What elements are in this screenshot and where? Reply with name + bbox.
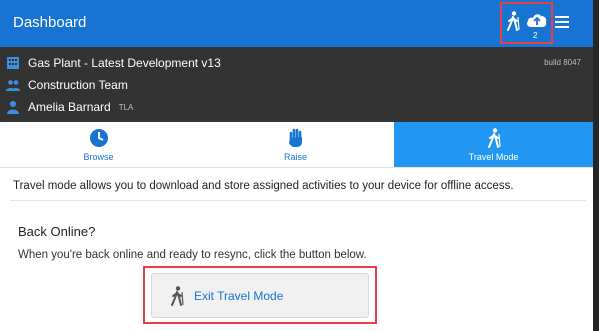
team-icon: [6, 80, 20, 91]
exit-travel-mode-button[interactable]: Exit Travel Mode: [151, 273, 369, 318]
sync-count-badge: 2: [533, 31, 538, 40]
page-title: Dashboard: [13, 14, 87, 31]
window-edge: [593, 0, 599, 331]
user-initials: TLA: [118, 102, 134, 112]
hand-icon: [288, 128, 302, 147]
info-bar: Gas Plant - Latest Development v13 build…: [0, 47, 593, 122]
tab-travel-mode[interactable]: Travel Mode: [394, 122, 593, 167]
exit-travel-mode-label: Exit Travel Mode: [194, 289, 284, 303]
tab-travel-mode-label: Travel Mode: [468, 152, 519, 162]
top-bar: Dashboard 2: [0, 0, 593, 47]
tab-bar: Browse Raise Travel Mode: [0, 122, 593, 168]
tab-browse[interactable]: Browse: [0, 122, 197, 167]
cloud-upload-icon[interactable]: [526, 11, 548, 29]
project-name: Gas Plant - Latest Development v13: [28, 56, 221, 70]
hiker-icon: [171, 286, 184, 306]
hiker-icon: [487, 128, 501, 148]
user-icon: [7, 101, 19, 114]
user-name: Amelia Barnard: [28, 100, 111, 114]
back-online-text: When you're back online and ready to res…: [18, 249, 367, 261]
tab-browse-label: Browse: [83, 152, 114, 162]
tab-raise-label: Raise: [283, 152, 307, 162]
tab-raise[interactable]: Raise: [197, 122, 394, 167]
team-row: Construction Team: [6, 75, 128, 95]
hiker-icon[interactable]: [506, 11, 520, 31]
user-row: Amelia Barnard TLA: [6, 97, 133, 117]
project-row: Gas Plant - Latest Development v13: [6, 53, 221, 73]
divider: [10, 200, 586, 201]
app: Dashboard 2 Gas Plant - Latest Developme…: [0, 0, 593, 331]
travel-mode-description: Travel mode allows you to download and s…: [13, 180, 514, 192]
back-online-heading: Back Online?: [18, 224, 96, 239]
build-number: build 8047: [544, 58, 581, 67]
menu-icon[interactable]: [555, 16, 569, 28]
building-icon: [7, 57, 19, 69]
team-name: Construction Team: [28, 78, 128, 92]
clock-icon: [89, 129, 108, 147]
